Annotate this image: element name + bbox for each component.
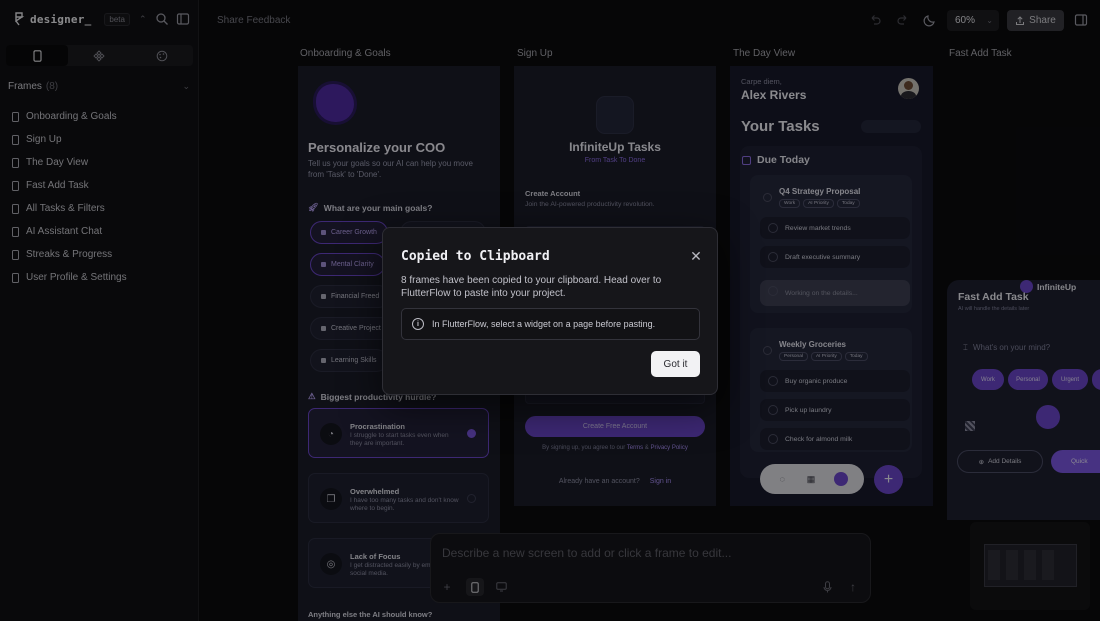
info-callout: i In FlutterFlow, select a widget on a p… (401, 308, 700, 340)
copied-dialog: Copied to Clipboard ✕ 8 frames have been… (382, 227, 718, 395)
app-root: designer_ beta ⌃ Frames (8) ⌄ Onboarding… (0, 0, 1100, 621)
info-icon: i (412, 318, 424, 330)
dialog-body: 8 frames have been copied to your clipbo… (401, 275, 662, 299)
got-it-button[interactable]: Got it (651, 351, 700, 377)
info-text: In FlutterFlow, select a widget on a pag… (432, 319, 656, 329)
close-icon[interactable]: ✕ (688, 248, 704, 264)
dialog-title: Copied to Clipboard (401, 249, 550, 264)
